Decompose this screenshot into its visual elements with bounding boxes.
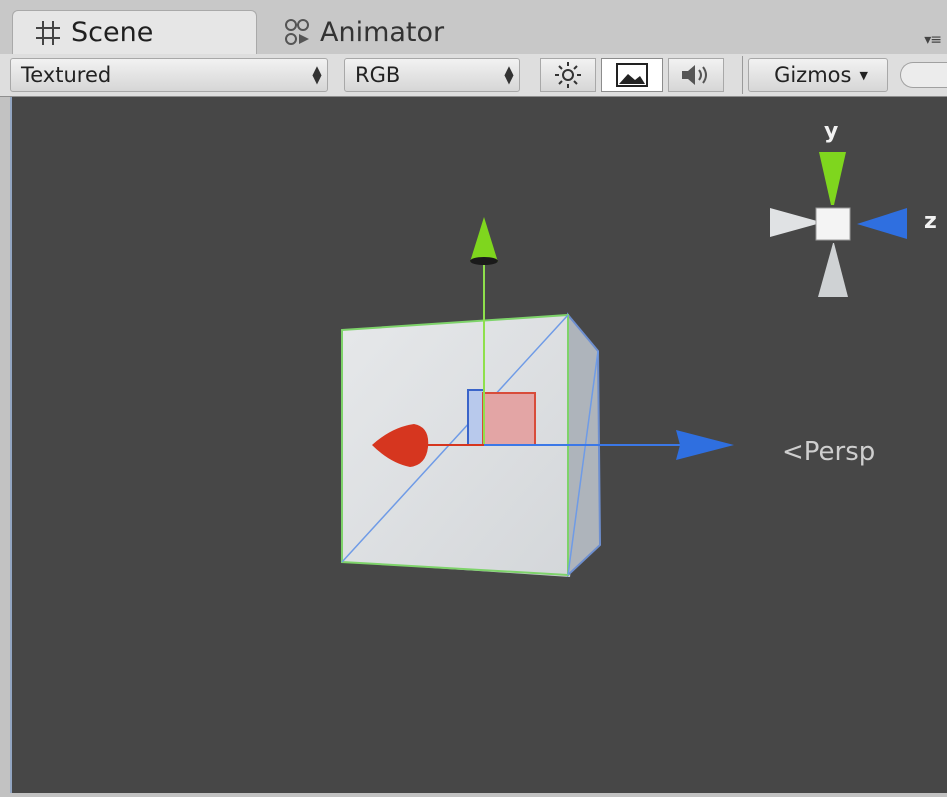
render-mode-dropdown[interactable]: RGB ▲ ▼ [344, 58, 520, 92]
y-cone[interactable] [819, 152, 846, 205]
updown-arrows-icon: ▲ ▼ [504, 63, 514, 86]
render-mode-value: RGB [355, 63, 401, 87]
tab-animator-label: Animator [320, 16, 445, 48]
draw-mode-value: Textured [21, 63, 112, 87]
draw-mode-dropdown[interactable]: Textured ▲ ▼ [10, 58, 328, 92]
tab-animator[interactable]: Animator [270, 10, 500, 54]
projection-toggle[interactable]: <Persp [782, 437, 875, 467]
z-cone[interactable] [857, 208, 907, 239]
neg-y-cone[interactable] [818, 243, 848, 297]
gizmo-y-label: y [824, 119, 839, 144]
neg-x-cone[interactable] [770, 208, 817, 237]
z-axis-arrow[interactable] [676, 430, 734, 460]
audio-toggle[interactable] [668, 58, 724, 92]
tab-scene-label: Scene [71, 17, 154, 48]
center-cube[interactable] [815, 207, 851, 241]
tab-scene[interactable]: Scene [12, 10, 257, 54]
gizmos-label: Gizmos [774, 63, 852, 87]
animator-icon [285, 19, 309, 45]
projection-label: Persp [803, 437, 876, 467]
unity-scene-window: Scene Animator ▾≡ Textured ▲ ▼ RGB ▲ ▼ G… [0, 0, 947, 797]
tab-bar: Scene Animator ▾≡ [0, 0, 947, 55]
image-effects-icon [616, 63, 648, 87]
y-axis-arrow[interactable] [470, 217, 498, 262]
tab-menu-icon[interactable]: ▾≡ [924, 32, 942, 48]
dropdown-arrow-icon: ▼ [859, 68, 868, 82]
grid-icon [36, 20, 60, 45]
chevron-left-icon: < [782, 437, 804, 467]
lighting-icon [555, 62, 581, 88]
lighting-toggle[interactable] [540, 58, 596, 92]
gizmos-dropdown[interactable]: Gizmos ▼ [748, 58, 888, 92]
toolbar-separator [742, 56, 743, 94]
search-field[interactable] [900, 62, 947, 88]
scene-toolbar: Textured ▲ ▼ RGB ▲ ▼ Gizmos ▼ [0, 54, 947, 97]
audio-icon [682, 65, 707, 85]
orientation-gizmo[interactable] [770, 152, 907, 297]
image-effects-toggle[interactable] [601, 58, 663, 92]
updown-arrows-icon: ▲ ▼ [312, 63, 322, 86]
gizmo-z-label: z [924, 209, 937, 234]
scene-viewport[interactable]: y z <Persp [10, 97, 947, 793]
